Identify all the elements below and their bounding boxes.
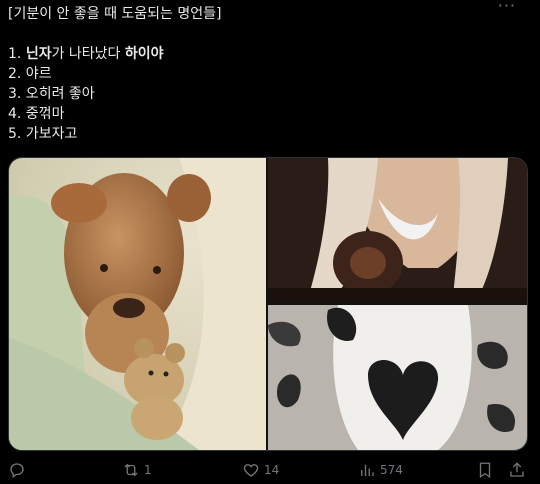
post-text-segment: 2. 야르 bbox=[8, 66, 52, 82]
post-text-segment: 3. 오히려 좋아 bbox=[8, 86, 95, 102]
photo-heart-marking[interactable] bbox=[268, 305, 527, 450]
bookmark-button[interactable] bbox=[476, 459, 494, 481]
post-text-segment: 4. 중꺾마 bbox=[8, 106, 65, 122]
views-icon bbox=[361, 464, 374, 476]
post-line: 5. 가보자고 bbox=[8, 124, 508, 144]
media-grid bbox=[8, 157, 528, 451]
share-icon bbox=[510, 462, 524, 477]
action-bar: 1 14 574 bbox=[0, 455, 540, 484]
reply-button[interactable] bbox=[8, 459, 30, 481]
post-text-segment: 5. 가보자고 bbox=[8, 126, 78, 142]
post-text: [기분이 안 좋을 때 도움되는 명언들] 1. 닌자가 나타났다 하이야 2. 야… bbox=[8, 4, 508, 144]
photo-cat-paws[interactable] bbox=[268, 158, 527, 303]
post-line: 2. 야르 bbox=[8, 64, 508, 84]
views-button[interactable]: 574 bbox=[358, 459, 403, 481]
repost-button[interactable]: 1 bbox=[122, 459, 152, 481]
post-line: [기분이 안 좋을 때 도움되는 명언들] bbox=[8, 4, 508, 24]
reply-icon bbox=[10, 463, 24, 479]
like-icon bbox=[243, 464, 259, 477]
post-text-segment: [기분이 안 좋을 때 도움되는 명언들] bbox=[8, 6, 222, 22]
repost-icon bbox=[124, 463, 138, 477]
bookmark-icon bbox=[479, 462, 491, 479]
like-button[interactable]: 14 bbox=[242, 459, 279, 481]
photo-dog-with-teddy[interactable] bbox=[9, 158, 266, 450]
repost-count: 1 bbox=[144, 463, 152, 477]
post-line bbox=[8, 24, 508, 44]
share-button[interactable] bbox=[508, 459, 526, 481]
post-line: 3. 오히려 좋아 bbox=[8, 84, 508, 104]
like-count: 14 bbox=[264, 463, 280, 477]
post-line: 1. 닌자가 나타났다 하이야 bbox=[8, 44, 508, 64]
post-text-segment: 가 나타났다 bbox=[51, 46, 125, 62]
post-line: 4. 중꺾마 bbox=[8, 104, 508, 124]
views-count: 574 bbox=[380, 463, 403, 477]
post-text-segment: 1. bbox=[8, 46, 26, 62]
post-text-bold: 하이야 bbox=[124, 46, 164, 62]
post-text-bold: 닌자 bbox=[25, 46, 52, 62]
